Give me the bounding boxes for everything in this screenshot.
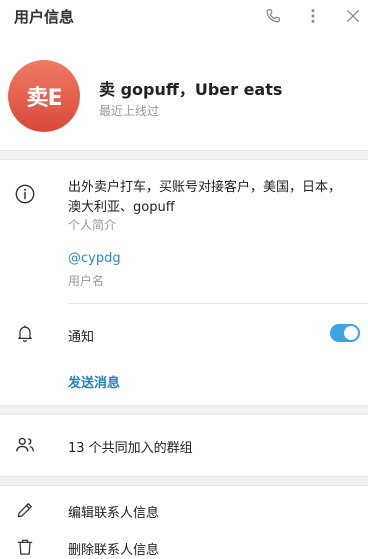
notifications-toggle[interactable]: [330, 324, 360, 342]
section-separator: [0, 476, 368, 486]
profile-status: 最近上线过: [99, 104, 160, 118]
section-separator: [0, 405, 368, 415]
bio-label: 个人简介: [68, 218, 117, 232]
pencil-icon: [13, 498, 37, 522]
bio-text-line1: 出外卖户打车，买账号对接客户，美国，日本，: [68, 180, 342, 195]
close-icon[interactable]: [342, 5, 364, 27]
common-groups-item[interactable]: 13 个共同加入的群组: [68, 437, 193, 456]
username-label: 用户名: [68, 274, 105, 288]
divider: [68, 303, 368, 304]
more-vertical-icon[interactable]: [302, 5, 324, 27]
section-separator: [0, 150, 368, 160]
page-title: 用户信息: [14, 8, 75, 26]
delete-contact-button[interactable]: 删除联系人信息: [68, 539, 159, 558]
header-bar: 用户信息: [0, 0, 368, 34]
notifications-label: 通知: [68, 330, 95, 345]
trash-icon: [13, 535, 37, 559]
username-link[interactable]: @cypdg: [68, 251, 121, 266]
toggle-knob: [344, 326, 358, 340]
send-message-button[interactable]: 发送消息: [68, 372, 120, 391]
avatar[interactable]: 卖E: [8, 60, 80, 132]
edit-contact-button[interactable]: 编辑联系人信息: [68, 502, 159, 521]
bell-icon: [13, 321, 37, 345]
phone-icon[interactable]: [262, 5, 284, 27]
users-icon: [13, 433, 37, 457]
info-icon: [13, 182, 37, 206]
bio-text-line2: 澳大利亚、gopuff: [68, 200, 175, 215]
profile-name: 卖 gopuff，Uber eats: [99, 80, 283, 99]
profile-section: 卖E 卖 gopuff，Uber eats 最近上线过: [0, 50, 368, 146]
